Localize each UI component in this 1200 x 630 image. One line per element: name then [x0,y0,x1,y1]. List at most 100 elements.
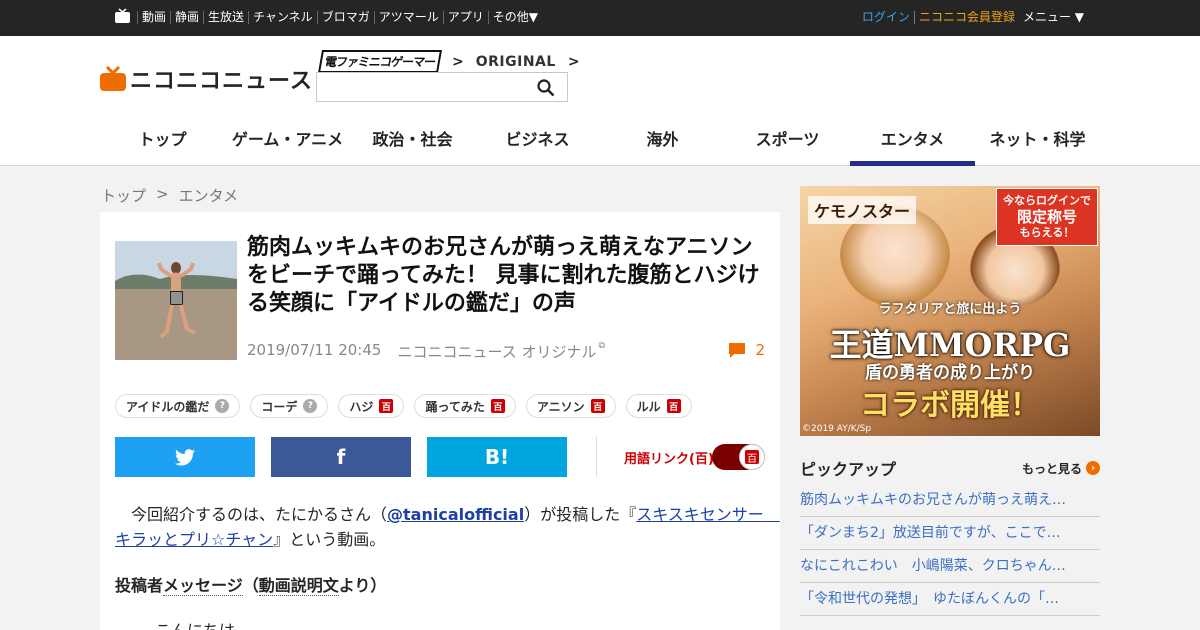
body-text-1: 今回紹介するのは、たにかるさん（ [115,505,388,524]
body-text-2: ）が投稿した『 [524,505,637,524]
ad-login-line1: 今ならログインで [1003,194,1091,207]
poster-desc-word[interactable]: 動画説明文 [258,576,339,596]
article-source-label: ニコニコニュース オリジナル [397,343,597,361]
topnav-more[interactable]: その他▼ [487,11,542,24]
tag-anison[interactable]: アニソン百 [525,394,616,418]
niconico-tv-icon[interactable] [114,8,131,24]
tab-top[interactable]: トップ [100,120,225,166]
tag-label: アニソン [536,399,585,414]
category-nav: トップ ゲーム・アニメ 政治・社会 ビジネス 海外 スポーツ エンタメ ネット・… [100,120,1100,166]
dictionary-icon: 百 [590,399,605,413]
comment-count[interactable]: 2 [729,341,765,359]
question-icon: ? [303,399,318,413]
logo-text: ニコニコニュース [130,69,313,94]
poster-label: 投稿者 [115,576,164,595]
tab-business[interactable]: ビジネス [475,120,600,166]
search-icon[interactable] [537,79,555,97]
dictionary-icon: 百 [745,450,759,465]
tag-label: ルル [636,399,661,414]
breadcrumb-separator: > [156,185,169,203]
pickup-item[interactable]: 「ダンまち2」放送目前ですが、ここで… [800,517,1100,550]
poster-paren: （ [242,576,259,595]
tab-politics[interactable]: 政治・社会 [350,120,475,166]
tag-ruru[interactable]: ルル百 [625,394,692,418]
share-buttons: f B! [115,437,583,477]
topnav-seiga[interactable]: 静画 [170,11,203,24]
niconico-logo-icon [100,66,126,91]
more-link-label: もっと見る [1021,461,1082,476]
dictionary-icon: 百 [694,452,708,467]
menu-button[interactable]: メニュー ▼ [1019,11,1088,24]
topnav-douga[interactable]: 動画 [137,11,170,24]
login-link[interactable]: ログイン [858,11,914,24]
tab-overseas[interactable]: 海外 [600,120,725,166]
ad-login-line3: もらえる！ [1019,226,1075,239]
user-link[interactable]: @tanicalofficial [387,505,524,524]
search-input[interactable] [317,73,527,101]
ad-login-line2: 限定称号 [1016,208,1077,226]
poster-message-word[interactable]: メッセージ [163,576,243,596]
site-header: ニコニコニュース 電ファミニコゲーマー > ORIGINAL > トップ ゲーム… [0,36,1200,166]
twitter-icon [175,448,195,465]
topnav-blomaga[interactable]: ブロマガ [316,11,374,24]
topnav-live[interactable]: 生放送 [203,11,248,24]
article-date: 2019/07/11 20:45 [247,341,382,359]
register-link[interactable]: ニコニコ会員登録 [913,11,1019,24]
more-link[interactable]: もっと見る › [1022,460,1100,477]
article-title: 筋肉ムッキムキのお兄さんが萌っえ萌えなアニソンをビーチで踊ってみた！ 見事に割れ… [247,235,760,316]
chevron-right-icon: › [1086,461,1100,475]
poster-paren-close: より） [338,576,387,595]
comment-count-value: 2 [755,341,765,359]
breadcrumb-top[interactable]: トップ [101,185,146,206]
article-source[interactable]: ニコニコニュース オリジナル ⧉ [397,341,604,362]
topnav-channel[interactable]: チャンネル [248,11,317,24]
pickup-item[interactable]: 「令和世代の発想」 ゆたぼんくんの「… [800,583,1100,616]
tab-net-science[interactable]: ネット・科学 [975,120,1100,166]
article-thumbnail[interactable] [115,241,237,360]
ad-login-badge: 今ならログインで 限定称号 もらえる！ [996,188,1098,246]
chevron-right-icon: > [567,53,580,70]
tab-sports[interactable]: スポーツ [725,120,850,166]
tag-idol-kagami[interactable]: アイドルの鑑だ? [115,394,241,418]
ad-subtitle: ラフタリアと旅に出よう [878,302,1022,317]
pickup-item[interactable]: 筋肉ムッキムキのお兄さんが萌っえ萌え… [800,484,1100,517]
yougo-link-toggle[interactable]: 百 [712,444,765,470]
sidebar-ad-banner[interactable]: ケモノスター 今ならログインで 限定称号 もらえる！ ラフタリアと旅に出よう 王… [800,186,1100,436]
site-logo[interactable]: ニコニコニュース [100,63,313,95]
toggle-knob: 百 [739,444,765,470]
tag-label: ハジ [349,399,374,414]
tab-entame[interactable]: エンタメ [850,120,975,166]
topbar-nav: 動画 静画 生放送 チャンネル ブロマガ アツマール アプリ その他▼ [137,11,542,24]
twitter-share-button[interactable] [115,437,255,477]
publisher-crumb: 電ファミニコゲーマー > ORIGINAL > [317,50,592,73]
tag-haji[interactable]: ハジ百 [338,394,405,418]
pickup-title: ピックアップ [800,460,897,479]
original-label[interactable]: ORIGINAL [476,54,556,70]
tab-game-anime[interactable]: ゲーム・アニメ [225,120,350,166]
article-card: 筋肉ムッキムキのお兄さんが萌っえ萌えなアニソンをビーチで踊ってみた！ 見事に割れ… [100,212,780,630]
message-text: こんにちは [155,617,235,630]
tag-odottemita[interactable]: 踊ってみた百 [414,394,516,418]
hatena-bookmark-button[interactable]: B! [427,437,567,477]
pickup-header: ピックアップ もっと見る › [800,456,1100,480]
topnav-atsumaru[interactable]: アツマール [373,11,443,24]
comment-icon [729,342,746,358]
tag-code[interactable]: コーデ? [250,394,329,418]
yougo-link-label: 用語リンク(百) [624,448,714,467]
ad-game-logo: ケモノスター [808,196,917,224]
ad-copyright: ©2019 AY/K/Sp [802,424,872,434]
dengeki-logo[interactable]: 電ファミニコゲーマー [317,50,443,73]
tag-list: アイドルの鑑だ? コーデ? ハジ百 踊ってみた百 アニソン百 ルル百 [115,394,702,418]
share-divider [596,437,597,477]
article-body: 今回紹介するのは、たにかるさん（@tanicalofficial）が投稿した『ス… [115,502,780,552]
facebook-share-button[interactable]: f [271,437,411,477]
pickup-item[interactable]: なにこれこわい 小嶋陽菜、クロちゃん… [800,550,1100,583]
breadcrumb-current[interactable]: エンタメ [179,185,239,206]
topnav-app[interactable]: アプリ [442,11,488,24]
facebook-icon: f [336,445,346,469]
global-topbar: 動画 静画 生放送 チャンネル ブロマガ アツマール アプリ その他▼ ログイン… [0,0,1200,36]
tag-label: コーデ [261,399,298,414]
pickup-list: 筋肉ムッキムキのお兄さんが萌っえ萌え… 「ダンまち2」放送目前ですが、ここで… … [800,484,1100,616]
yougo-label-text: 用語リンク( [624,452,695,467]
tag-label: 踊ってみた [425,399,485,414]
